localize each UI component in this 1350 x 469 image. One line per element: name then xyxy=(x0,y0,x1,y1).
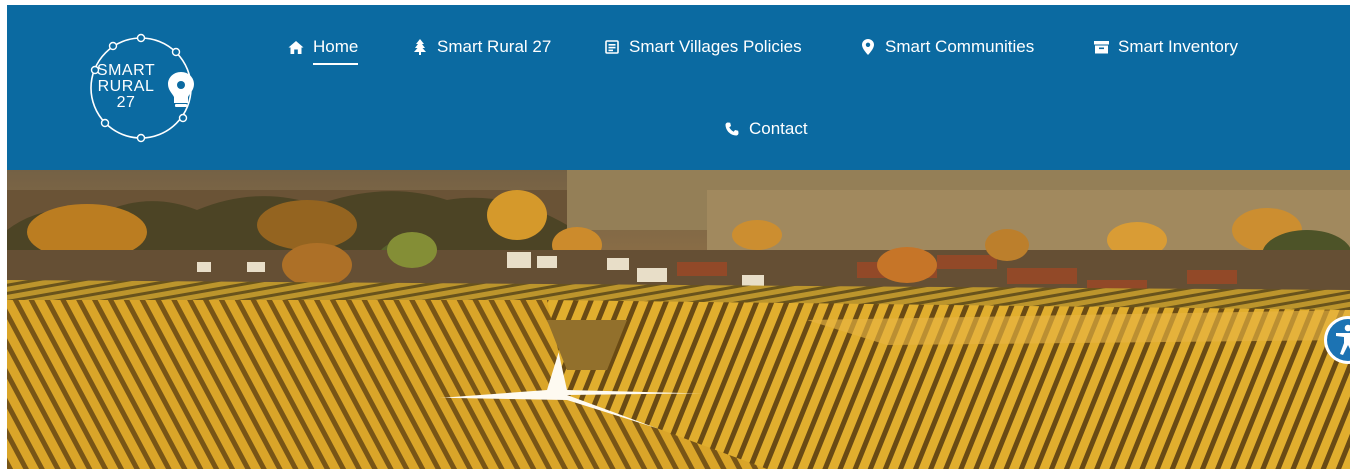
logo-line-2: RURAL xyxy=(97,78,155,95)
phone-icon xyxy=(724,121,740,137)
nav-label-smart-villages-policies: Smart Villages Policies xyxy=(629,37,802,56)
hero-image xyxy=(7,170,1350,469)
home-icon xyxy=(288,39,304,55)
nav-item-contact[interactable]: Contact xyxy=(724,119,808,139)
site-header: SMART RURAL 27 Home Smart Rural 27 Smart… xyxy=(7,5,1350,170)
nav-item-smart-villages-policies[interactable]: Smart Villages Policies xyxy=(604,37,802,57)
nav-label-home: Home xyxy=(313,37,359,65)
nav-label-smart-communities: Smart Communities xyxy=(885,37,1035,56)
vineyard-landscape-image xyxy=(7,170,1350,469)
nav-item-smart-rural-27[interactable]: Smart Rural 27 xyxy=(412,37,551,57)
map-marker-icon xyxy=(860,39,876,55)
nav-item-smart-communities[interactable]: Smart Communities xyxy=(860,37,1034,57)
accessibility-button[interactable] xyxy=(1322,314,1350,366)
archive-icon xyxy=(1093,39,1109,55)
nav-label-contact: Contact xyxy=(749,119,808,138)
nav-item-smart-inventory[interactable]: Smart Inventory xyxy=(1093,37,1238,57)
logo-text: SMART RURAL 27 xyxy=(85,63,167,111)
nav-label-smart-rural-27: Smart Rural 27 xyxy=(437,37,552,56)
logo-line-3: 27 xyxy=(116,94,136,111)
site-logo[interactable]: SMART RURAL 27 xyxy=(85,30,203,148)
tree-icon xyxy=(412,39,428,55)
logo-line-1: SMART xyxy=(96,62,156,79)
accessibility-icon xyxy=(1324,316,1350,364)
document-icon xyxy=(604,39,620,55)
nav-item-home[interactable]: Home xyxy=(288,37,359,65)
nav-label-smart-inventory: Smart Inventory xyxy=(1118,37,1238,56)
